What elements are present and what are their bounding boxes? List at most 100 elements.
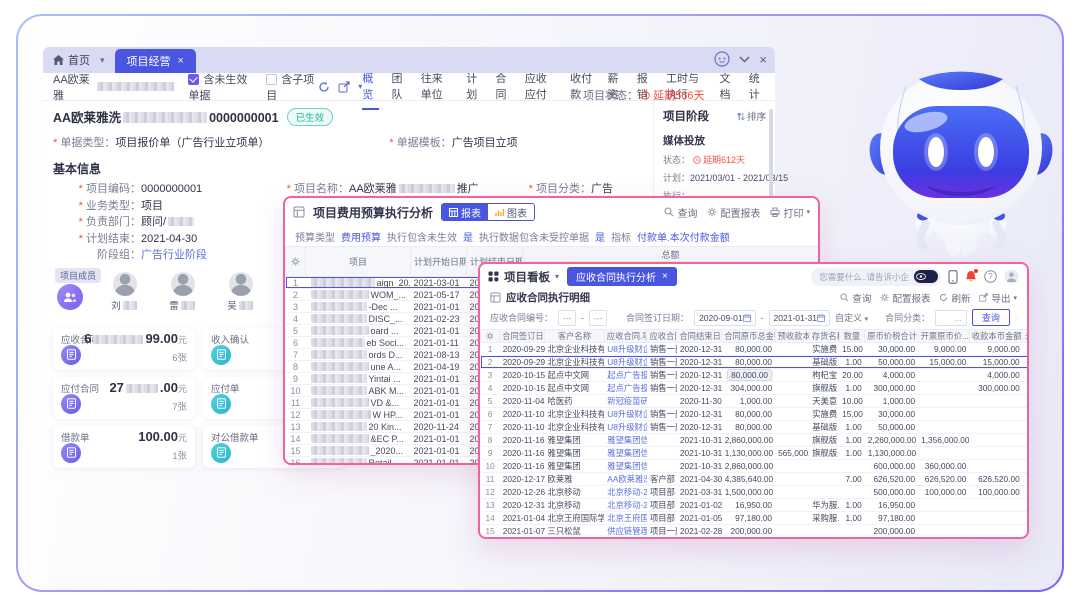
table-row[interactable]: 72020-11-10北京企业科技有限公司U8升级财企公司销售一部2020-12… [481,421,1030,434]
project-link[interactable]: 雅望集团信息化 [607,448,647,458]
contract-no-to-input[interactable]: --- [589,310,607,326]
category-input[interactable]: ... [935,310,967,326]
chk-inactive-docs[interactable]: 含未生效单据 [188,71,254,103]
table-row[interactable]: 102020-11-16雅望集团雅望集团信息化2021-10-312,860,0… [481,460,1030,473]
project-link[interactable]: 供应链管理咨询 [607,526,647,536]
board-menu[interactable]: 项目看板 ▾ [488,269,559,285]
filter-value[interactable]: 是 [463,229,473,244]
chk-sub-projects[interactable]: 含子项目 [266,71,314,103]
table-row[interactable]: 152021-01-07三只松鼠供应链管理咨询项目一部2021-02-28200… [481,525,1030,538]
stat-card-应付合同[interactable]: 应付合同27.00元7张 [53,377,195,419]
project-link[interactable]: U8升级财企公司 [607,357,647,367]
col-存货名称[interactable]: 存货名称 [809,330,839,343]
search-action[interactable]: 查询 [840,291,871,305]
field-value[interactable]: 广告行业阶段 [141,247,207,264]
field-value[interactable]: 顾问/ [141,214,196,231]
member[interactable]: 雷 [163,272,203,312]
project-link[interactable]: U8升级财企公司 [607,344,647,354]
table-row[interactable]: 62020-11-10北京企业科技有限公司U8升级财企公司销售一部2020-12… [481,408,1030,421]
export-action[interactable]: 导出 ▾ [979,291,1017,305]
assistant-toggle[interactable] [914,270,938,283]
member[interactable]: 刘 [105,272,145,312]
col-原币价税合计[interactable]: 原币价税合计 [865,330,918,343]
col-应收合同.部...[interactable]: 应收合同.部... [647,330,677,343]
close-tab-icon[interactable]: × [662,271,668,282]
config-report-action[interactable]: 配置报表 [707,205,760,220]
project-link[interactable]: 雅望集团信息化 [607,461,647,471]
search-button[interactable]: 查询 [972,309,1010,326]
sort-button[interactable]: 排序 [737,109,766,123]
view-table-button[interactable]: 报表 [442,204,488,220]
table-row[interactable]: 112020-12-17欧莱雅AA欧莱雅洗发-上客户部2021-04-304,3… [481,473,1030,486]
project-link[interactable]: U8升级财企公司 [607,409,647,419]
stat-card-借款单[interactable]: 借款单100.00元1张 [53,426,195,468]
col-start-date[interactable]: 计划开始日期 [411,247,467,277]
export-icon[interactable] [338,81,350,93]
project-link[interactable]: 起点广告投放（ [607,383,647,393]
table-row[interactable]: 32020-10-15起点中文网起点广告投放（销售一部2020-12-3180,… [481,369,1030,382]
col-收款本币金额[interactable]: 收款本币金额 [969,330,1022,343]
table-row[interactable]: 12020-09-29北京企业科技有限公司U8升级财企公司销售一部2020-12… [481,343,1030,356]
tab-receivable-analysis[interactable]: 应收合同执行分析 × [567,267,677,286]
stat-card-应收合同[interactable]: 应收合同699.00元6张 [53,328,195,370]
col-project[interactable]: 项目 [306,247,411,277]
contract-no-from-input[interactable]: --- [558,310,576,326]
table-row[interactable]: 142021-01-04北京王府国际学校北京王府国际学项目部2021-01-05… [481,512,1030,525]
gear-column-header[interactable] [286,247,306,277]
config-report-action[interactable]: 配置报表 [880,291,930,305]
date-from-input[interactable]: 2020-09-01 [694,310,755,326]
col-应收合同.项...[interactable]: 应收合同.项... [604,330,647,343]
project-link[interactable]: 新冠疫苗研发室 [607,396,647,406]
expand-filters-icon[interactable] [1015,315,1017,321]
date-range-preset[interactable]: 自定义 ▾ [835,311,868,324]
col-客户名称[interactable]: 客户名称 [545,330,605,343]
gear-column-header[interactable] [481,330,500,343]
col-合同原币总金额[interactable]: 合同原币总金额 [722,330,775,343]
close-tab-icon[interactable]: × [178,55,184,67]
project-selector[interactable]: AA欧莱雅 [53,71,176,103]
date-to-input[interactable]: 2021-01-31 [769,310,830,326]
view-chart-button[interactable]: 图表 [488,204,534,220]
collapse-icon[interactable] [739,56,750,63]
col-预收款本币...[interactable]: 预收款本币... [775,330,809,343]
notification-bell-icon[interactable] [965,270,977,283]
project-link[interactable]: AA欧莱雅洗发-上 [607,474,647,484]
col-未收款本币价...[interactable]: 未收款本币价... [1023,330,1029,343]
table-row[interactable]: 42020-10-15起点中文网起点广告投放（销售一部2020-12-31304… [481,382,1030,395]
filter-value[interactable]: 付款单.本次付款金额 [637,229,730,244]
table-row[interactable]: 52020-11-04哈医药新冠疫苗研发室2020-11-301,000.00天… [481,395,1030,408]
assistant-icon[interactable] [714,51,730,67]
tab-home[interactable]: 首页 ▾ [43,47,115,73]
chevron-down-icon[interactable]: ▾ [100,55,105,66]
help-icon[interactable]: ? [984,270,997,283]
search-action[interactable]: 查询 [664,205,697,220]
col-数量[interactable]: 数量 [839,330,865,343]
assistant-search[interactable]: 您需要什么..请告诉小企 [811,268,941,286]
project-link[interactable]: 北京移动-2021 [607,500,647,510]
tab-project-active[interactable]: 项目经营 × [115,49,196,73]
refresh-action[interactable]: 刷新 [939,291,970,305]
table-row[interactable]: 92020-11-16雅望集团雅望集团信息化2021-10-311,130,00… [481,447,1030,460]
avatar[interactable] [1004,269,1019,284]
table-row[interactable]: 132020-12-31北京移动北京移动-2021项目部2021-01-0216… [481,499,1030,512]
table-row[interactable]: 162021-01-10上海星河酒店管理有限...星河U8系统采购实施部2021… [481,538,1030,540]
member[interactable]: 吴 [221,272,261,312]
project-link[interactable]: 北京王府国际学 [607,513,647,523]
members-button[interactable] [57,284,83,310]
table-row[interactable]: 122020-12-26北京移动北京移动-2021项目部2021-03-311,… [481,486,1030,499]
mobile-icon[interactable] [948,270,958,284]
project-link[interactable]: 起点广告投放（ [607,370,647,380]
refresh-icon[interactable] [318,81,330,93]
col-开票原币价...[interactable]: 开票原币价... [918,330,969,343]
project-link[interactable]: 雅望集团信息化 [607,435,647,445]
close-window-icon[interactable]: × [759,52,767,67]
filter-value[interactable]: 是 [595,229,605,244]
col-合同签订日期[interactable]: 合同签订日期 [500,330,545,343]
project-link[interactable]: 北京移动-2021 [607,487,647,497]
filter-value[interactable]: 费用预算 [341,229,381,244]
project-link[interactable]: U8升级财企公司 [607,422,647,432]
print-action[interactable]: 打印 ▾ [770,205,810,220]
table-row[interactable]: 82020-11-16雅望集团雅望集团信息化2021-10-312,860,00… [481,434,1030,447]
table-row[interactable]: 22020-09-29北京企业科技有限公司U8升级财企公司销售一部2020-12… [481,356,1030,369]
col-合同结束日期[interactable]: 合同结束日期 [677,330,722,343]
